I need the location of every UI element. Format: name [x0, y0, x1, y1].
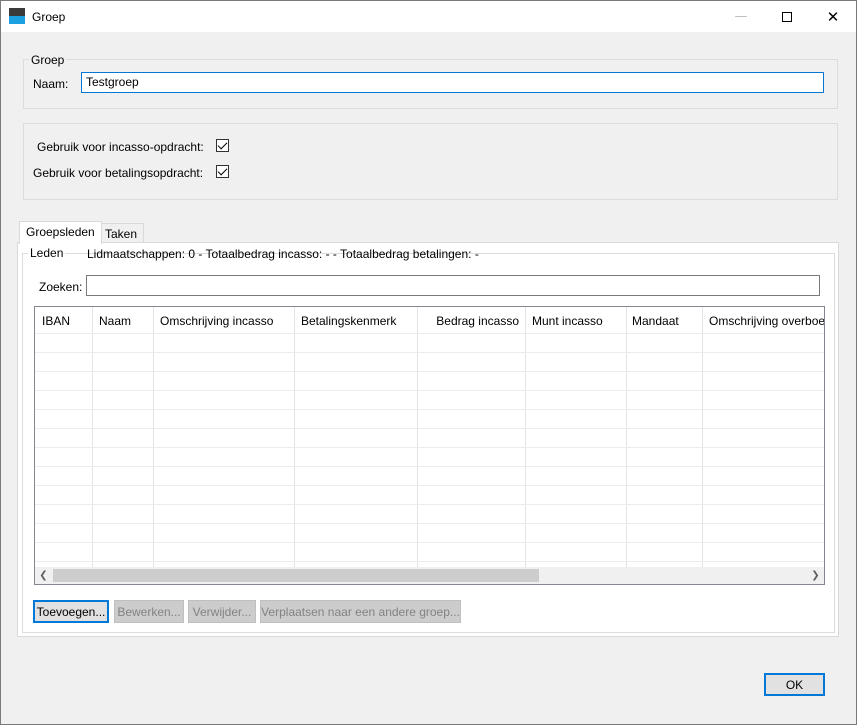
grid-line [35, 390, 824, 391]
incasso-label: Gebruik voor incasso-opdracht: [37, 140, 204, 154]
tab-taken[interactable]: Taken [98, 223, 145, 243]
maximize-icon [782, 11, 792, 22]
column-header-mandaat[interactable]: Mandaat [632, 314, 679, 328]
delete-button[interactable]: Verwijder... [188, 600, 256, 623]
column-iban: IBAN [35, 307, 93, 567]
grid-line [35, 409, 824, 410]
search-label: Zoeken: [39, 280, 83, 294]
column-betalingskenmerk: Betalingskenmerk [295, 307, 418, 567]
column-header-betalingskenmerk[interactable]: Betalingskenmerk [301, 314, 396, 328]
scroll-left-icon[interactable]: ❮ [35, 567, 52, 584]
column-header-omschrijving-overboeking[interactable]: Omschrijving overboe [709, 314, 824, 328]
incasso-checkbox[interactable] [216, 139, 229, 152]
move-button[interactable]: Verplaatsen naar een andere groep... [260, 600, 461, 623]
maximize-button[interactable] [764, 1, 810, 32]
horizontal-scrollbar[interactable]: ❮ ❯ [35, 567, 824, 584]
grid-line [35, 523, 824, 524]
members-summary: Lidmaatschappen: 0 - Totaalbedrag incass… [87, 247, 479, 261]
edit-button[interactable]: Bewerken... [114, 600, 184, 623]
members-legend: Leden [28, 246, 66, 260]
dialog-window: Groep — ✕ Groep Naam: Testgroep Gebruik … [0, 0, 857, 725]
column-naam: Naam [93, 307, 154, 567]
title-bar: Groep — ✕ [1, 1, 856, 32]
app-icon [9, 8, 25, 24]
grid-line [35, 504, 824, 505]
options-groupbox [23, 123, 838, 200]
grid-line [35, 447, 824, 448]
close-button[interactable]: ✕ [810, 1, 856, 32]
column-header-iban[interactable]: IBAN [42, 314, 70, 328]
grid-line [35, 371, 824, 372]
scroll-right-icon[interactable]: ❯ [807, 567, 824, 584]
minimize-icon: — [734, 9, 748, 24]
betaling-checkbox[interactable] [216, 165, 229, 178]
column-mandaat: Mandaat [627, 307, 703, 567]
grid-line [35, 466, 824, 467]
grid-line [35, 333, 824, 334]
members-table[interactable]: IBAN Naam Omschrijving incasso Betalings… [34, 306, 825, 585]
grid-line [35, 561, 824, 562]
column-header-omschrijving-incasso[interactable]: Omschrijving incasso [160, 314, 273, 328]
grid-line [35, 428, 824, 429]
add-button[interactable]: Toevoegen... [33, 600, 109, 623]
grid-line [35, 542, 824, 543]
name-input[interactable]: Testgroep [81, 72, 824, 93]
scrollbar-thumb[interactable] [53, 569, 539, 582]
column-header-munt-incasso[interactable]: Munt incasso [532, 314, 603, 328]
column-bedrag-incasso: Bedrag incasso [418, 307, 526, 567]
tab-groepsleden[interactable]: Groepsleden [19, 221, 102, 244]
minimize-button[interactable]: — [718, 1, 764, 32]
column-header-bedrag-incasso[interactable]: Bedrag incasso [436, 314, 519, 328]
column-omschrijving-incasso: Omschrijving incasso [154, 307, 295, 567]
grid-line [35, 352, 824, 353]
close-icon: ✕ [826, 7, 840, 26]
ok-button[interactable]: OK [764, 673, 825, 696]
name-label: Naam: [33, 77, 69, 91]
betaling-label: Gebruik voor betalingsopdracht: [33, 166, 204, 180]
grid-line [35, 485, 824, 486]
column-munt-incasso: Munt incasso [526, 307, 627, 567]
window-title: Groep [32, 10, 66, 24]
column-header-naam[interactable]: Naam [99, 314, 131, 328]
group-legend: Groep [29, 53, 67, 67]
column-omschrijving-overboeking: Omschrijving overboe [703, 307, 824, 567]
search-input[interactable] [86, 275, 820, 296]
